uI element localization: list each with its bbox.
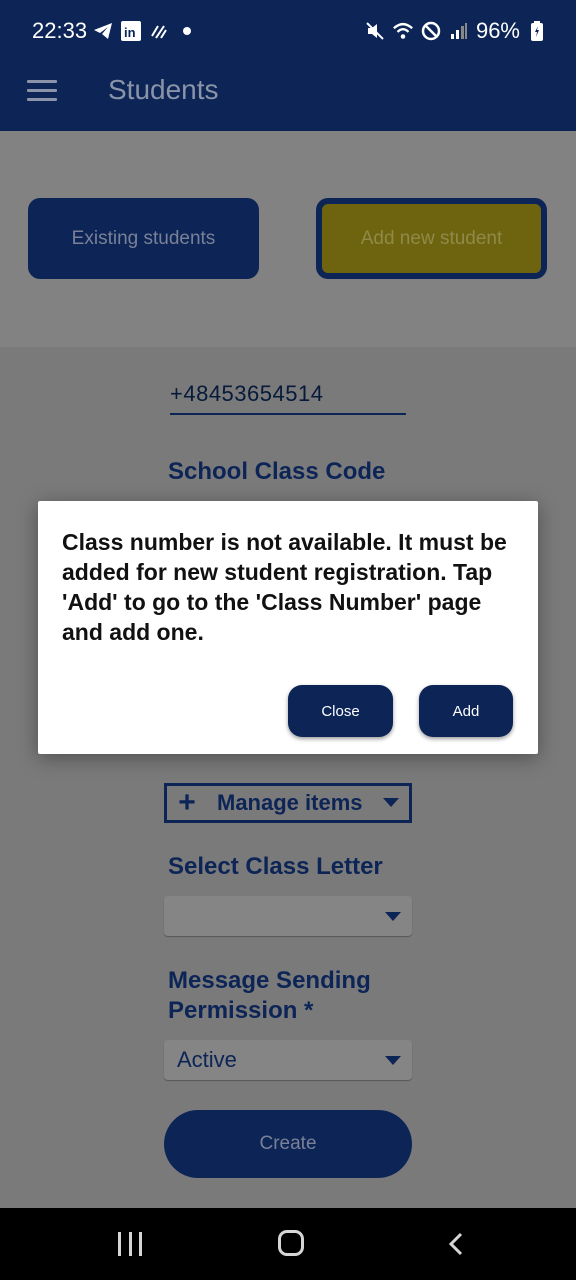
cell-signal-icon xyxy=(448,20,470,42)
app-bar: Students xyxy=(0,64,576,131)
chevron-down-icon xyxy=(385,912,401,921)
svg-text:in: in xyxy=(124,25,136,40)
do-not-disturb-icon xyxy=(420,20,442,42)
system-nav-bar xyxy=(0,1208,576,1280)
wifi-icon xyxy=(392,20,414,42)
message-permission-select[interactable]: Active xyxy=(164,1040,412,1080)
mute-icon xyxy=(364,20,386,42)
notification-icons: in xyxy=(92,20,198,42)
add-button[interactable]: Add xyxy=(419,685,513,737)
signal-wave-icon xyxy=(148,20,170,42)
back-icon[interactable] xyxy=(448,1232,464,1256)
status-time: 22:33 xyxy=(32,18,88,43)
tabs-area: Existing students Add new student xyxy=(0,131,576,347)
class-number-dialog: Class number is not available. It must b… xyxy=(38,501,538,754)
school-class-code-label: School Class Code xyxy=(168,458,386,485)
add-new-student-button[interactable]: Add new student xyxy=(316,198,547,279)
chevron-down-icon xyxy=(385,1056,401,1065)
existing-students-button[interactable]: Existing students xyxy=(28,198,259,279)
dialog-message: Class number is not available. It must b… xyxy=(62,529,507,645)
recents-icon[interactable] xyxy=(118,1232,142,1256)
select-class-letter-label: Select Class Letter xyxy=(168,853,383,880)
battery-icon xyxy=(526,20,548,42)
home-icon[interactable] xyxy=(278,1230,304,1256)
plus-icon: + xyxy=(178,786,196,819)
student-form: +48453654514 School Class Code + Manage … xyxy=(0,347,576,1208)
dot-icon xyxy=(176,20,198,42)
page-title: Students xyxy=(108,74,219,105)
chevron-down-icon xyxy=(383,798,399,807)
status-bar: 22:33 in 96% xyxy=(0,0,576,64)
linkedin-icon: in xyxy=(120,20,142,42)
manage-items-label: Manage items xyxy=(217,790,363,815)
menu-icon[interactable] xyxy=(27,80,57,104)
message-permission-value: Active xyxy=(177,1047,237,1072)
class-letter-select[interactable] xyxy=(164,896,412,936)
add-new-student-label: Add new student xyxy=(322,204,541,273)
close-button[interactable]: Close xyxy=(288,685,393,737)
create-button[interactable]: Create xyxy=(164,1110,412,1178)
battery-percent: 96% xyxy=(475,18,520,43)
message-permission-label-line1: Message Sending xyxy=(168,967,371,994)
phone-field[interactable]: +48453654514 xyxy=(170,381,406,415)
status-right: 96% xyxy=(364,18,548,44)
message-permission-label-line2: Permission * xyxy=(168,997,314,1024)
telegram-icon xyxy=(92,20,114,42)
manage-items-button[interactable]: + Manage items xyxy=(164,783,412,823)
